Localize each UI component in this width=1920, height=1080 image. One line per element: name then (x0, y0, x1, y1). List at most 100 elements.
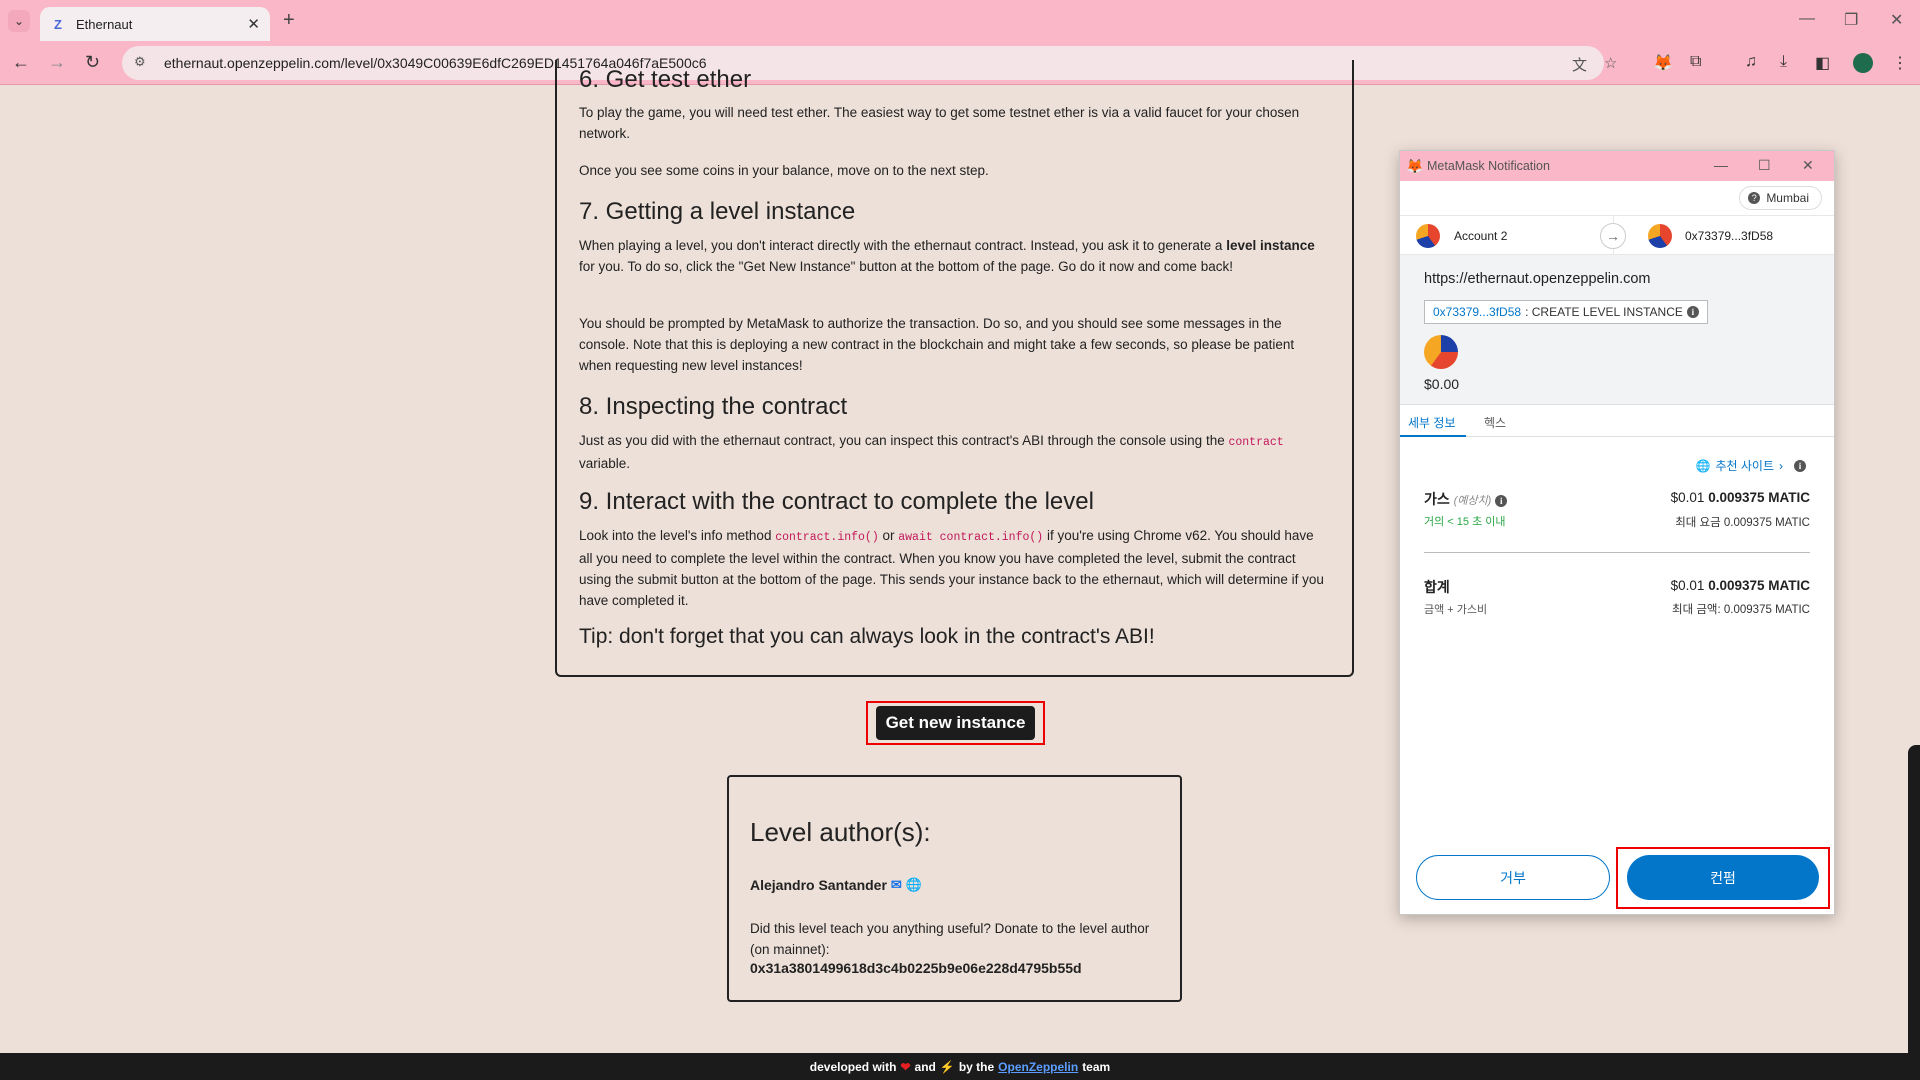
footer-text-and: and (914, 1059, 936, 1074)
total-max-amount: 0.009375 MATIC (1723, 604, 1810, 616)
lightning-icon: ⚡ (939, 1059, 955, 1074)
site-info-icon[interactable]: ⚙ (134, 54, 152, 72)
network-name: Mumbai (1766, 191, 1809, 205)
donate-text: Did this level teach you anything useful… (750, 921, 1150, 957)
download-icon[interactable]: ⤓ (1780, 53, 1787, 71)
total-max-label: 최대 금액: (1671, 604, 1721, 616)
gas-estimated-label: (예상치) (1453, 495, 1492, 507)
section-heading-inspecting: 8. Inspecting the contract (579, 393, 848, 420)
page-footer: developed with ❤ and ⚡ by the OpenZeppel… (0, 1053, 1920, 1080)
reload-icon[interactable]: ↻ (85, 52, 100, 73)
tab-details[interactable]: 세부 정보 (1408, 414, 1456, 431)
close-tab-icon[interactable]: ✕ (247, 15, 260, 33)
media-control-icon[interactable]: ♫ (1745, 53, 1757, 71)
code-contract-info: contract.info() (775, 531, 879, 544)
test-ether-paragraph-2: Once you see some coins in your balance,… (579, 163, 989, 178)
gas-label: 가스 (1424, 491, 1450, 507)
contract-address-link[interactable]: 0x73379...3fD58 (1433, 305, 1521, 319)
metamask-extension-icon[interactable]: 🦊 (1653, 53, 1673, 73)
method-name: : CREATE LEVEL INSTANCE (1525, 305, 1683, 319)
method-info-icon[interactable]: i (1686, 306, 1699, 318)
side-panel-icon[interactable]: ◧ (1815, 53, 1830, 73)
confirm-button[interactable]: 컨펌 (1627, 855, 1819, 900)
inspecting-paragraph: Just as you did with the ethernaut contr… (579, 433, 1284, 471)
tab-title: Ethernaut (76, 16, 133, 32)
page-edge-strip (1908, 745, 1920, 1055)
menu-kebab-icon[interactable]: ⋮ (1892, 53, 1908, 73)
network-help-icon: ? (1748, 192, 1761, 204)
globe-icon[interactable]: 🌐 (906, 877, 922, 893)
code-contract: contract (1228, 436, 1284, 449)
from-account-avatar (1416, 224, 1440, 248)
gas-max-fee: 최대 요금 0.009375 MATIC (1675, 514, 1810, 530)
get-new-instance-button[interactable]: Get new instance (875, 706, 1036, 740)
to-account-address[interactable]: 0x73379...3fD58 (1685, 229, 1773, 243)
test-ether-paragraph-1: To play the game, you will need test eth… (579, 105, 1300, 141)
gas-fiat: $0.01 (1670, 490, 1705, 505)
gas-speed[interactable]: 거의 < 15 초 이내 (1424, 513, 1505, 529)
section-heading-test-ether: 6. Get test ether (579, 66, 752, 88)
level-instance-paragraph-2: You should be prompted by MetaMask to au… (579, 316, 1295, 373)
metamask-tabs: 세부 정보 헥스 (1400, 405, 1834, 437)
mm-minimize-icon[interactable]: — (1714, 157, 1728, 173)
code-await-contract-info: await contract.info() (898, 531, 1044, 544)
fee-divider (1424, 552, 1810, 553)
translate-icon[interactable]: 文 (1572, 54, 1587, 75)
chevron-down-icon: ⌄ (13, 14, 25, 28)
total-max: 최대 금액: 0.009375 MATIC (1672, 601, 1810, 617)
level-description-card: 6. Get test ether To play the game, you … (555, 60, 1354, 677)
profile-avatar[interactable] (1853, 53, 1873, 73)
network-selector[interactable]: ? Mumbai (1739, 186, 1822, 210)
restore-icon[interactable]: ❐ (1844, 10, 1858, 30)
metamask-window-title: MetaMask Notification (1427, 159, 1550, 173)
ethernaut-favicon-icon: Z (54, 16, 62, 32)
extensions-icon[interactable]: ⧉ (1690, 53, 1701, 71)
metamask-notification-window: 🦊 MetaMask Notification — ☐ ✕ ? Mumbai A… (1399, 150, 1835, 915)
tab-strip: ⌄ Z Ethernaut ✕ + — ❐ ✕ (0, 0, 1920, 41)
account-transfer-row: Account 2 → 0x73379...3fD58 (1400, 215, 1834, 256)
recommended-info-icon[interactable]: i (1794, 459, 1806, 472)
total-fiat: $0.01 (1670, 578, 1705, 593)
method-box: 0x73379...3fD58 : CREATE LEVEL INSTANCE … (1424, 300, 1708, 324)
recommended-site-label: 추천 사이트 (1715, 459, 1774, 473)
globe-icon: 🌐 (1695, 458, 1711, 473)
gas-label-row: 가스 (예상치) i (1424, 489, 1508, 509)
forward-icon[interactable]: → (48, 52, 66, 73)
tab-search-button[interactable]: ⌄ (8, 10, 30, 32)
from-account-name[interactable]: Account 2 (1454, 229, 1507, 243)
minimize-icon[interactable]: — (1799, 10, 1815, 28)
reject-button[interactable]: 거부 (1416, 855, 1610, 900)
footer-text-by: by the (958, 1059, 995, 1074)
total-amount: 0.009375 MATIC (1708, 578, 1810, 593)
gas-fee: $0.01 0.009375 MATIC (1671, 490, 1810, 505)
close-window-icon[interactable]: ✕ (1890, 10, 1903, 30)
bookmark-star-icon[interactable]: ☆ (1604, 54, 1617, 72)
interact-paragraph: Look into the level's info method contra… (579, 528, 1324, 608)
total-sub: 금액 + 가스비 (1424, 604, 1488, 616)
metamask-titlebar: 🦊 MetaMask Notification — ☐ ✕ (1400, 151, 1834, 181)
arrow-right-icon: → (1600, 223, 1626, 249)
total-label: 합계 (1424, 579, 1450, 595)
section-heading-interact: 9. Interact with the contract to complet… (579, 488, 1094, 515)
network-row: ? Mumbai (1400, 181, 1834, 215)
author-name-row: Alejandro Santander ✉ 🌐 (750, 877, 922, 893)
gas-max-amount: 0.009375 MATIC (1723, 517, 1810, 529)
back-icon[interactable]: ← (12, 52, 30, 73)
mm-maximize-icon[interactable]: ☐ (1758, 157, 1771, 174)
gas-amount: 0.009375 MATIC (1708, 490, 1810, 505)
fee-details: 🌐 추천 사이트 › i 가스 (예상치) i 거의 < 15 초 이내 $0.… (1400, 437, 1834, 837)
openzeppelin-link[interactable]: OpenZeppelin (998, 1060, 1078, 1074)
new-tab-icon[interactable]: + (283, 9, 295, 32)
tab-ethernaut[interactable]: Z Ethernaut ✕ (40, 7, 270, 41)
transaction-origin-box: https://ethernaut.openzeppelin.com 0x733… (1400, 255, 1834, 405)
section-heading-level-instance: 7. Getting a level instance (579, 198, 856, 225)
tab-hex[interactable]: 헥스 (1484, 414, 1506, 431)
mm-close-icon[interactable]: ✕ (1802, 157, 1814, 174)
metamask-fox-icon: 🦊 (1406, 158, 1424, 174)
email-icon[interactable]: ✉ (891, 877, 902, 893)
gas-info-icon[interactable]: i (1495, 495, 1508, 507)
footer-text-post: team (1082, 1059, 1111, 1074)
origin-url: https://ethernaut.openzeppelin.com (1424, 271, 1651, 287)
gas-max-label: 최대 요금 (1675, 517, 1721, 529)
recommended-site-link[interactable]: 🌐 추천 사이트 › i (1695, 457, 1806, 474)
